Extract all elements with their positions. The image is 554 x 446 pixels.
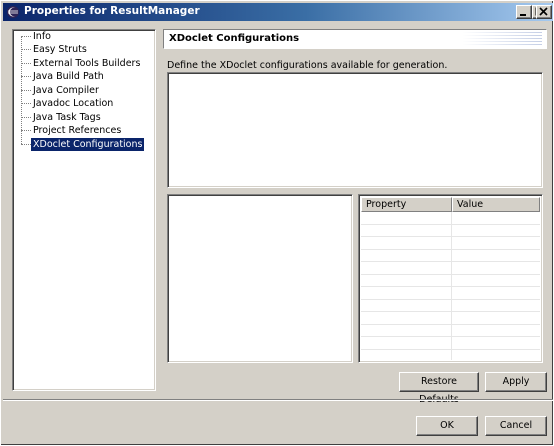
page-title: XDoclet Configurations (169, 33, 300, 44)
apply-button[interactable]: Apply (485, 372, 547, 392)
page-description: Define the XDoclet configurations availa… (167, 60, 448, 71)
cancel-button[interactable]: Cancel (485, 416, 547, 436)
table-row (361, 261, 540, 262)
tree-item-label: Project References (33, 125, 122, 136)
tree-item-label: Java Build Path (33, 71, 104, 82)
close-icon (539, 7, 548, 16)
tree-item-label: External Tools Builders (33, 58, 141, 69)
tree-item-label: Java Compiler (33, 85, 99, 96)
restore-defaults-button[interactable]: Restore Defaults (399, 372, 479, 405)
close-button[interactable] (536, 5, 552, 19)
window-title: Properties for ResultManager (24, 5, 200, 17)
header-decoration (462, 32, 542, 46)
ok-button[interactable]: OK (416, 416, 478, 436)
table-row (361, 336, 540, 337)
table-row (361, 311, 540, 312)
table-row (361, 286, 540, 287)
minimize-button[interactable] (516, 5, 532, 19)
table-row (361, 236, 540, 237)
properties-dialog: Properties for ResultManager Info Easy S… (0, 0, 554, 446)
tree-item-label: Java Task Tags (33, 112, 101, 123)
tree-item-label: XDoclet Configurations (31, 138, 145, 151)
configurations-list[interactable] (167, 72, 543, 188)
tree-item-label: Info (33, 31, 51, 42)
table-row (361, 324, 540, 325)
column-header-property[interactable]: Property (361, 197, 452, 212)
property-table[interactable]: Property Value (358, 194, 543, 363)
table-row (361, 299, 540, 300)
table-row (361, 249, 540, 250)
column-header-value[interactable]: Value (452, 197, 540, 212)
page-header: XDoclet Configurations (163, 29, 547, 49)
tree-item-label: Easy Struts (33, 44, 87, 55)
eclipse-app-icon (7, 6, 19, 18)
dialog-separator (3, 399, 553, 401)
title-bar[interactable]: Properties for ResultManager (3, 3, 553, 21)
table-row (361, 349, 540, 350)
property-pages-tree[interactable]: Info Easy Struts External Tools Builders… (12, 29, 156, 391)
generation-items-list[interactable] (167, 194, 353, 363)
tree-item-label: Javadoc Location (33, 98, 114, 109)
minimize-icon (520, 14, 526, 16)
table-row (361, 224, 540, 225)
table-row (361, 274, 540, 275)
